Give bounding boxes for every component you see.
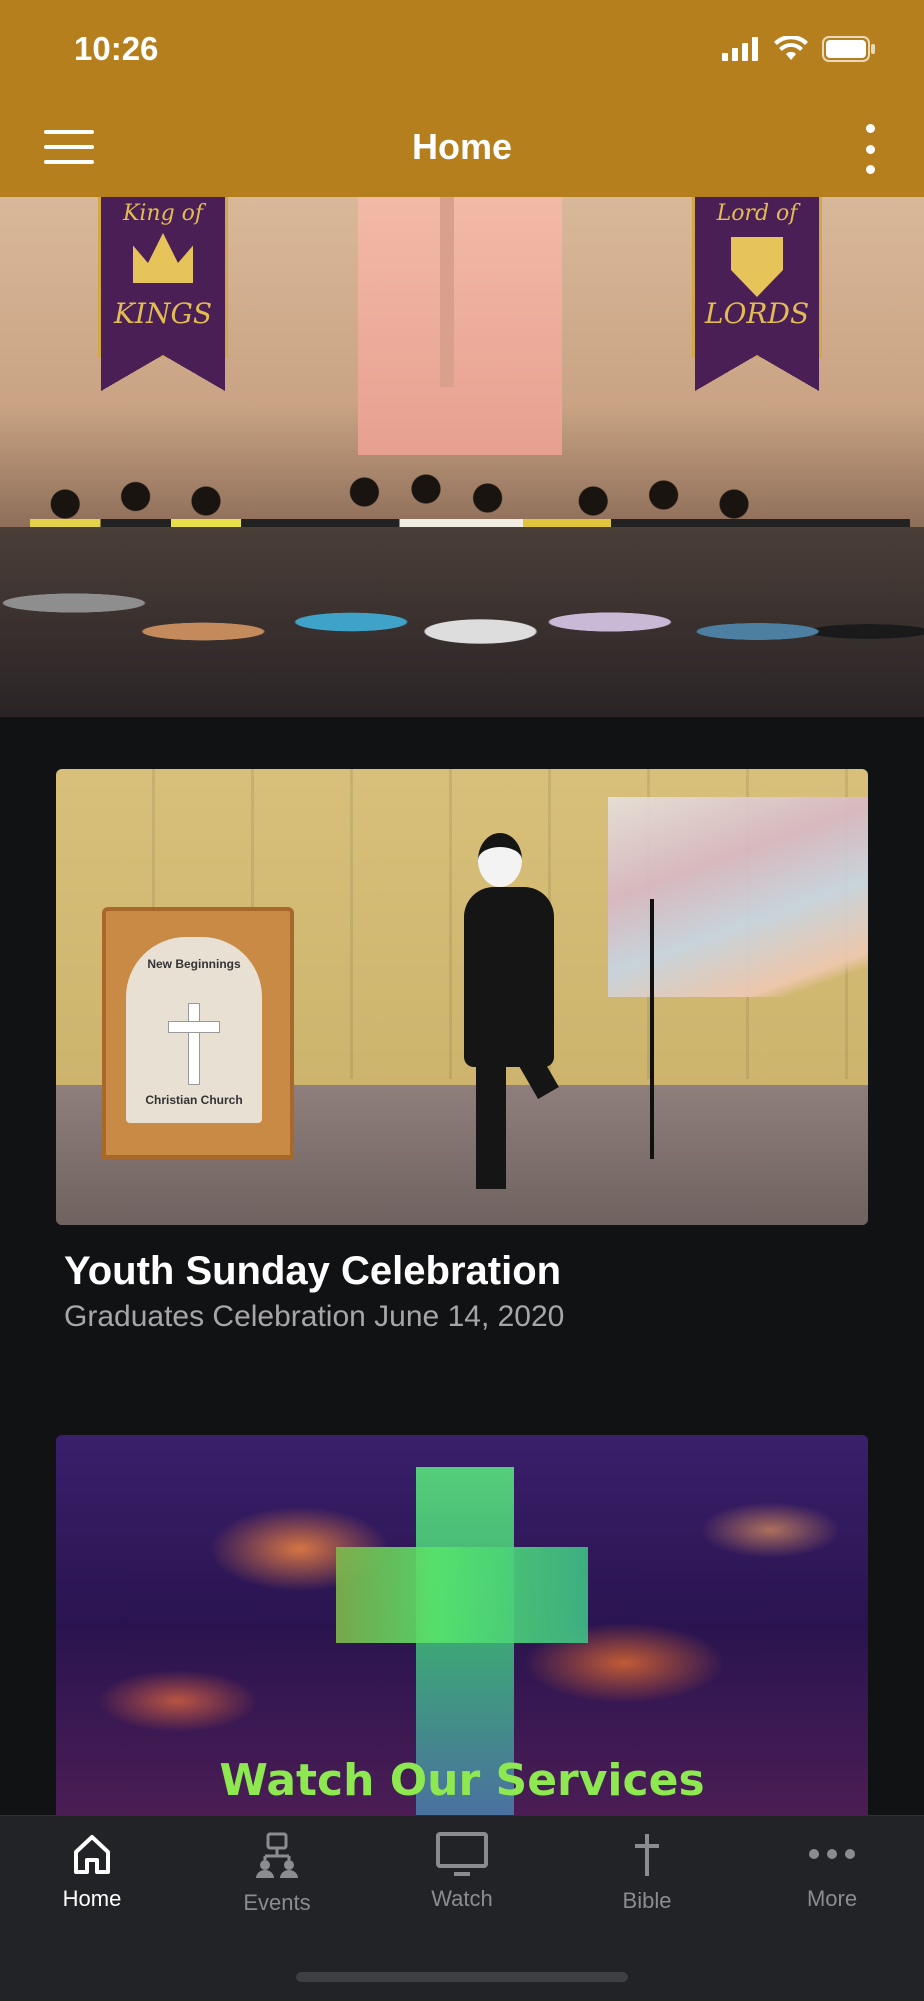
tab-label: More <box>806 1886 858 1911</box>
banner-text-bottom: LORDS <box>704 297 810 330</box>
tv-icon <box>436 1832 488 1876</box>
more-options-button[interactable] <box>858 124 882 174</box>
performer-head <box>478 833 522 887</box>
banner-king-of-kings: King of KINGS <box>98 197 228 391</box>
more-dots-icon <box>809 1849 855 1859</box>
tab-home[interactable]: Home <box>0 1832 184 1912</box>
home-icon <box>74 1835 110 1874</box>
cross-icon-bar <box>168 1021 220 1033</box>
hero-image[interactable]: King of KINGS Lord of LORDS <box>0 197 924 717</box>
card-title: Youth Sunday Celebration <box>64 1249 562 1293</box>
card-overlay-text: Watch Our Services <box>219 1755 705 1806</box>
page-title: Home <box>411 126 513 167</box>
battery-icon <box>822 36 875 62</box>
tab-watch[interactable]: Watch <box>370 1832 554 1912</box>
card-subtitle: Graduates Celebration June 14, 2020 <box>64 1300 565 1333</box>
status-icons <box>722 36 876 62</box>
tab-label: Events <box>243 1890 311 1915</box>
events-icon <box>256 1832 298 1878</box>
cross-icon <box>635 1834 659 1876</box>
kebab-dot <box>865 124 875 133</box>
podium: New Beginnings Christian Church <box>102 907 294 1159</box>
tab-events[interactable]: Events <box>185 1832 369 1916</box>
banner-lord-of-lords: Lord of LORDS <box>692 197 822 391</box>
drape <box>608 797 868 997</box>
card-image: New Beginnings Christian Church <box>56 769 868 1225</box>
tab-label: Home <box>62 1886 122 1911</box>
banner-text-top: King of <box>122 201 204 226</box>
wifi-icon <box>774 36 808 60</box>
banner-text-top: Lord of <box>716 201 798 226</box>
media-card-youth-sunday[interactable]: New Beginnings Christian Church Youth Su… <box>56 769 868 1334</box>
banner-text-bottom: KINGS <box>113 297 213 330</box>
congregation <box>0 527 924 717</box>
card-image: Watch Our Services <box>56 1435 868 1815</box>
stage-cross <box>440 197 454 387</box>
tab-more[interactable]: More <box>740 1832 924 1912</box>
kebab-dot <box>865 165 875 174</box>
tab-label: Bible <box>622 1888 672 1913</box>
podium-text-top: New Beginnings <box>147 957 241 971</box>
tab-label: Watch <box>431 1886 493 1911</box>
cross-icon <box>188 1003 200 1085</box>
media-card-watch-services[interactable]: Watch Our Services <box>56 1435 868 1815</box>
home-indicator <box>296 1972 628 1982</box>
glowing-cross-bar <box>336 1547 588 1643</box>
stage-window <box>358 197 562 455</box>
app-header: 10:26 Home <box>0 0 924 197</box>
status-time: 10:26 <box>74 30 159 67</box>
podium-text-bottom: Christian Church <box>145 1093 243 1107</box>
signal-icon <box>722 37 758 61</box>
kebab-dot <box>865 144 875 154</box>
mic-stand <box>650 899 654 1159</box>
shield-icon <box>731 237 783 297</box>
crown-icon <box>133 233 193 283</box>
performer-leg <box>476 1059 506 1189</box>
tab-bible[interactable]: Bible <box>555 1832 739 1914</box>
podium-panel: New Beginnings Christian Church <box>126 937 262 1123</box>
